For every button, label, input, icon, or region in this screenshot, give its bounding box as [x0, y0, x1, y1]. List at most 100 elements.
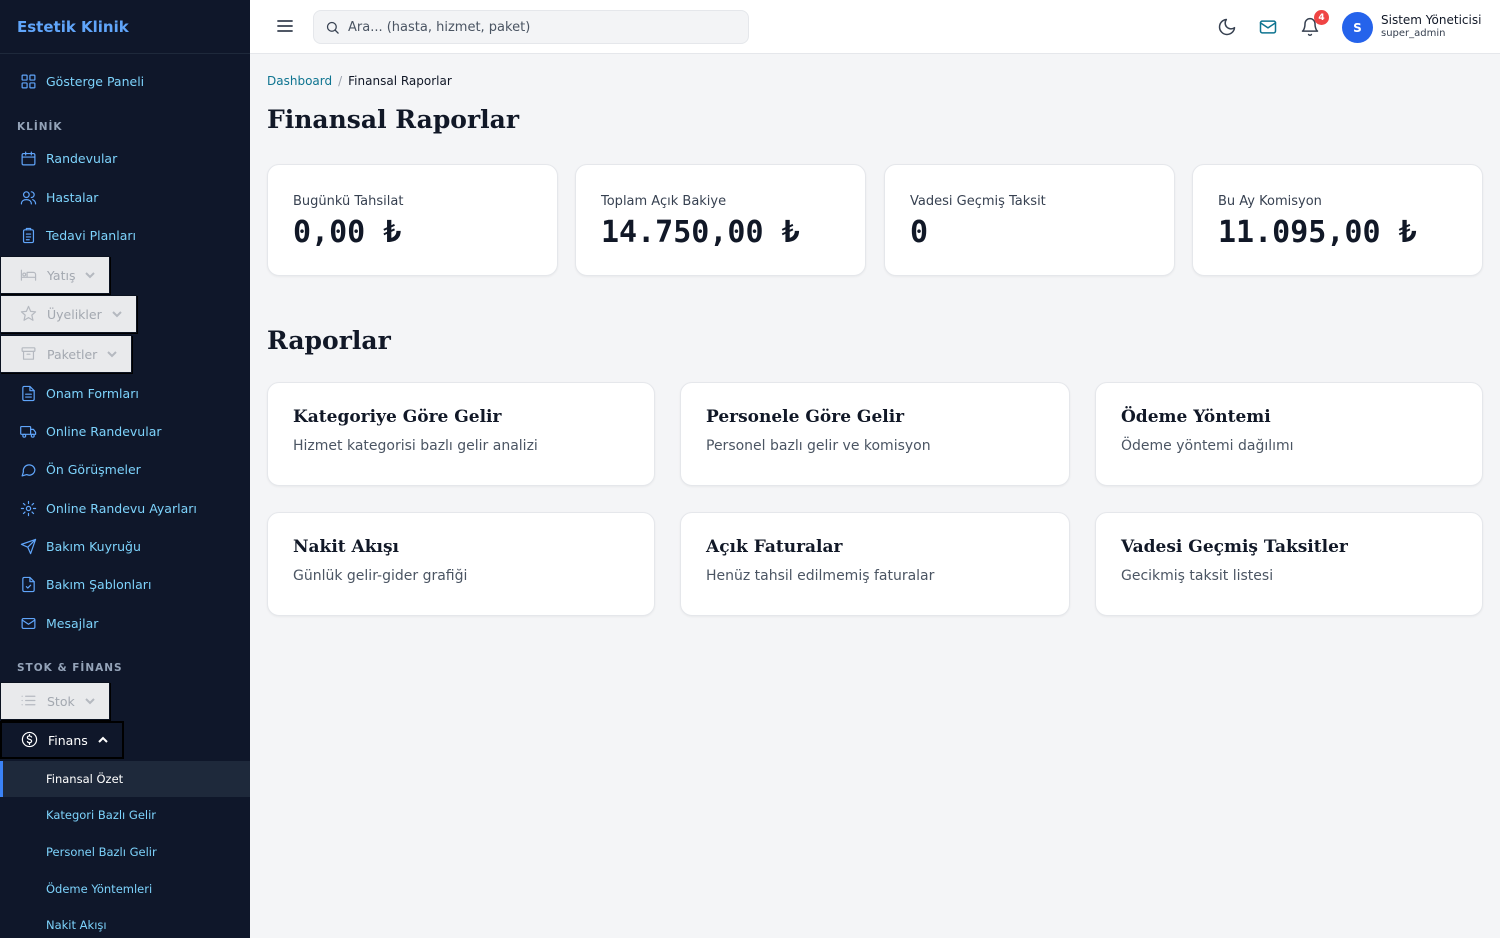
report-description: Personel bazlı gelir ve komisyon — [706, 438, 931, 454]
brand-logo[interactable]: Estetik Klinik — [0, 0, 250, 54]
sidebar-item-label: Ön Görüşmeler — [46, 461, 141, 477]
sidebar-item-label: Bakım Şablonları — [46, 576, 152, 592]
report-description: Gecikmiş taksit listesi — [1121, 568, 1274, 584]
notification-badge: 4 — [1314, 10, 1329, 25]
truck-icon — [19, 422, 37, 440]
sidebar-item-label: Tedavi Planları — [46, 227, 136, 243]
stat-label: Bu Ay Komisyon — [1218, 194, 1322, 209]
report-card-nakit-akisi[interactable]: Nakit Akışı Günlük gelir-gider grafiği — [267, 512, 655, 616]
stat-card-toplam-acik-bakiye: Toplam Açık Bakiye 14.750,00 ₺ — [575, 164, 866, 276]
sidebar-subitem-finansal-ozet[interactable]: Finansal Özet — [0, 761, 250, 797]
sidebar-item-label: Online Randevular — [46, 423, 162, 439]
sidebar-item-label: Paketler — [47, 346, 98, 362]
sidebar-group-uyelikler[interactable]: Üyelikler — [0, 295, 137, 333]
search-box[interactable] — [313, 10, 749, 44]
sidebar-item-online-randevular[interactable]: Online Randevular — [0, 413, 250, 449]
sidebar-item-bakim-kuyrugu[interactable]: Bakım Kuyruğu — [0, 528, 250, 564]
stat-label: Vadesi Geçmiş Taksit — [910, 194, 1046, 209]
stat-value: 11.095,00 ₺ — [1218, 215, 1417, 250]
stat-value: 0,00 ₺ — [293, 215, 402, 250]
sidebar-item-randevular[interactable]: Randevular — [0, 140, 250, 176]
report-card-acik-faturalar[interactable]: Açık Faturalar Henüz tahsil edilmemiş fa… — [680, 512, 1070, 616]
breadcrumb-home-link[interactable]: Dashboard — [267, 74, 332, 88]
stat-label: Bugünkü Tahsilat — [293, 194, 404, 209]
sidebar-subitem-nakit-akisi[interactable]: Nakit Akışı — [0, 907, 250, 938]
sidebar-group-stok[interactable]: Stok — [0, 682, 110, 720]
sidebar-item-label: Finans — [48, 732, 88, 748]
sidebar-item-label: Gösterge Paneli — [46, 73, 145, 89]
report-card-vadesi-gecmis-taksitler[interactable]: Vadesi Geçmiş Taksitler Gecikmiş taksit … — [1095, 512, 1483, 616]
user-name[interactable]: Sistem Yöneticisi — [1381, 13, 1481, 27]
sidebar-item-label: Mesajlar — [46, 615, 99, 631]
stat-label: Toplam Açık Bakiye — [601, 194, 727, 209]
breadcrumb: Dashboard / Finansal Raporlar — [267, 74, 452, 88]
section-label-klinik: KLİNİK — [17, 121, 63, 133]
clipboard-icon — [19, 226, 37, 244]
sidebar-item-tedavi-planlari[interactable]: Tedavi Planları — [0, 217, 250, 253]
sidebar-item-label: Yatış — [47, 267, 76, 283]
chevron-down-icon — [85, 696, 95, 706]
star-icon — [20, 305, 38, 323]
bell-icon[interactable]: 4 — [1299, 10, 1329, 38]
stat-card-vadesi-gecmis-taksit: Vadesi Geçmiş Taksit 0 — [884, 164, 1175, 276]
report-card-personele-gore-gelir[interactable]: Personele Göre Gelir Personel bazlı geli… — [680, 382, 1070, 486]
grid-icon — [19, 72, 37, 90]
mail-icon[interactable] — [1257, 16, 1279, 38]
chevron-down-icon — [112, 309, 122, 319]
search-input[interactable] — [348, 19, 728, 35]
calendar-icon — [19, 149, 37, 167]
sidebar-item-bakim-sablonlari[interactable]: Bakım Şablonları — [0, 566, 250, 602]
sidebar-item-label: Hastalar — [46, 189, 99, 205]
avatar[interactable]: S — [1342, 12, 1373, 43]
archive-icon — [20, 345, 38, 363]
report-title: Personele Göre Gelir — [706, 407, 905, 427]
bed-icon — [20, 266, 38, 284]
sidebar-item-label: Onam Formları — [46, 385, 139, 401]
sidebar-item-onam-formlari[interactable]: Onam Formları — [0, 375, 250, 411]
sidebar-item-dashboard[interactable]: Gösterge Paneli — [0, 63, 250, 99]
sidebar-subitem-kategori-bazli-gelir[interactable]: Kategori Bazlı Gelir — [0, 797, 250, 833]
sidebar-item-mesajlar[interactable]: Mesajlar — [0, 605, 250, 641]
report-description: Ödeme yöntemi dağılımı — [1121, 438, 1294, 454]
file-text-icon — [19, 384, 37, 402]
reports-section-title: Raporlar — [267, 326, 391, 355]
report-title: Ödeme Yöntemi — [1121, 407, 1271, 427]
report-description: Henüz tahsil edilmemiş faturalar — [706, 568, 935, 584]
sidebar-item-on-gorusmeler[interactable]: Ön Görüşmeler — [0, 451, 250, 487]
report-description: Hizmet kategorisi bazlı gelir analizi — [293, 438, 538, 454]
sidebar-subitem-personel-bazli-gelir[interactable]: Personel Bazlı Gelir — [0, 834, 250, 870]
menu-icon[interactable] — [276, 17, 294, 35]
stat-card-bu-ay-komisyon: Bu Ay Komisyon 11.095,00 ₺ — [1192, 164, 1483, 276]
sidebar-item-label: Randevular — [46, 150, 118, 166]
sidebar-group-paketler[interactable]: Paketler — [0, 335, 133, 373]
sidebar-item-online-randevu-ayarlari[interactable]: Online Randevu Ayarları — [0, 490, 250, 526]
search-icon — [326, 21, 339, 34]
user-role: super_admin — [1381, 28, 1446, 39]
chevron-up-icon — [98, 735, 108, 745]
report-title: Açık Faturalar — [706, 537, 843, 557]
sidebar-item-hastalar[interactable]: Hastalar — [0, 179, 250, 215]
report-title: Kategoriye Göre Gelir — [293, 407, 502, 427]
report-description: Günlük gelir-gider grafiği — [293, 568, 468, 584]
chat-bubble-icon — [19, 460, 37, 478]
sidebar-group-finans[interactable]: Finans — [0, 721, 124, 759]
sidebar-group-yatis[interactable]: Yatış — [0, 256, 111, 294]
section-label-stok-finans: STOK & FİNANS — [17, 662, 123, 674]
sidebar-item-label: Stok — [47, 693, 75, 709]
report-card-odeme-yontemi[interactable]: Ödeme Yöntemi Ödeme yöntemi dağılımı — [1095, 382, 1483, 486]
breadcrumb-separator: / — [338, 74, 343, 88]
gear-icon — [19, 499, 37, 517]
sidebar-item-label: Üyelikler — [47, 306, 102, 322]
page-title: Finansal Raporlar — [267, 105, 520, 134]
sidebar-subitem-odeme-yontemleri[interactable]: Ödeme Yöntemleri — [0, 871, 250, 907]
chevron-down-icon — [107, 349, 118, 359]
report-card-kategoriye-gore-gelir[interactable]: Kategoriye Göre Gelir Hizmet kategorisi … — [267, 382, 655, 486]
moon-icon[interactable] — [1216, 16, 1238, 38]
users-icon — [19, 188, 37, 206]
chevron-down-icon — [85, 270, 96, 280]
report-title: Nakit Akışı — [293, 537, 400, 557]
dollar-circle-icon — [21, 731, 39, 749]
breadcrumb-current: Finansal Raporlar — [348, 74, 452, 88]
sidebar-item-label: Online Randevu Ayarları — [46, 500, 197, 516]
stat-value: 14.750,00 ₺ — [601, 215, 800, 250]
